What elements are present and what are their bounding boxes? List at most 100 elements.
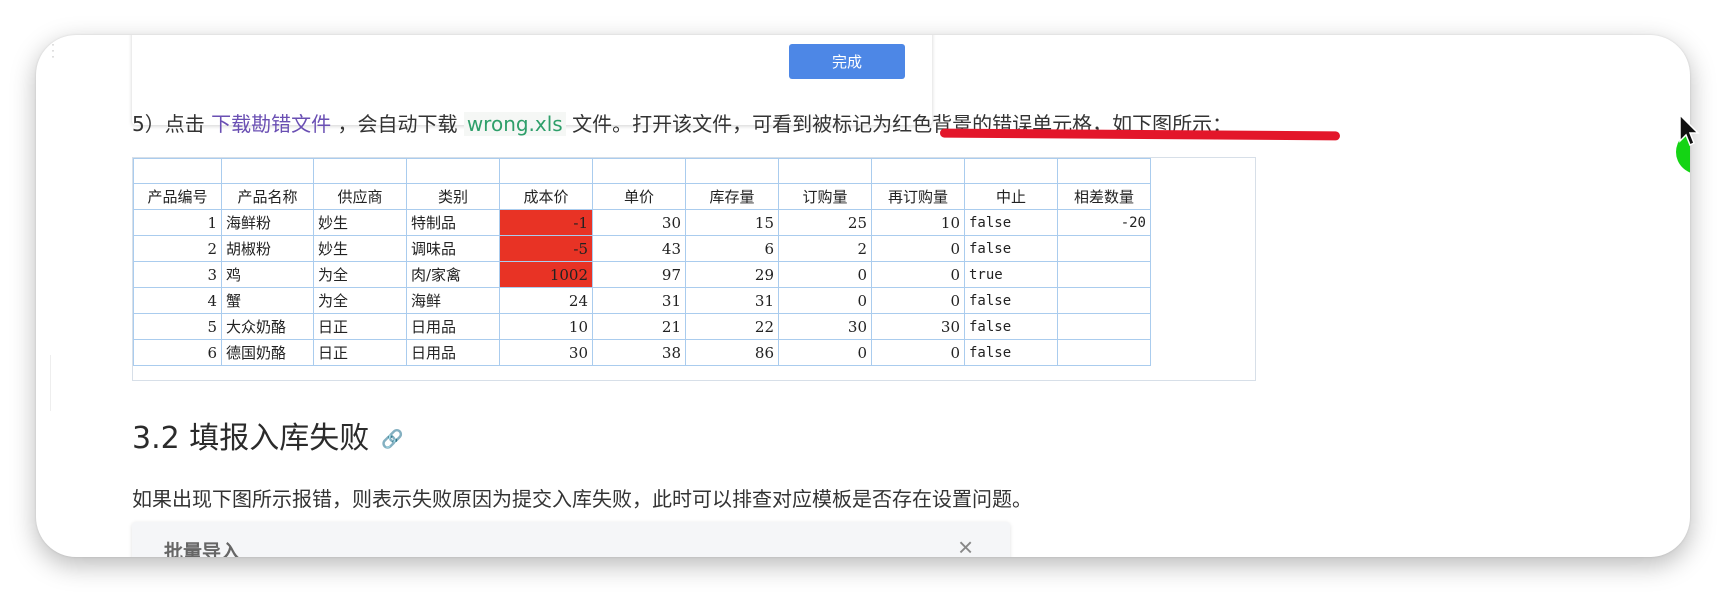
header-cell: 成本价 (499, 183, 593, 210)
table-header-row: 产品编号 产品名称 供应商 类别 成本价 单价 库存量 订购量 再订购量 中止 … (133, 183, 1151, 210)
cell-supplier: 日正 (313, 339, 407, 366)
cell-cost: 30 (499, 339, 593, 366)
cell-name: 大众奶酪 (221, 313, 314, 340)
left-rail (36, 355, 51, 411)
cell-order: 0 (778, 287, 872, 314)
cell-diff (1057, 235, 1151, 262)
cell-diff: -20 (1057, 209, 1151, 236)
table-row: 6 德国奶酪 日正 日用品 30 38 86 0 0 false (133, 339, 1151, 366)
cell-order: 0 (778, 261, 872, 288)
header-cell: 单价 (592, 183, 686, 210)
cell-price: 21 (592, 313, 686, 340)
download-error-file-link[interactable]: 下载勘错文件 (211, 112, 331, 136)
app-window: · · · 完成 5）点击 下载勘错文件 ，会自动下载 wrong.xls 文件。打… (36, 35, 1690, 557)
cell-diff (1057, 313, 1151, 340)
cell-supplier: 为全 (313, 261, 407, 288)
cell-stock: 15 (685, 209, 779, 236)
cell-cost: 10 (499, 313, 593, 340)
cell-cost-error: -5 (499, 235, 593, 262)
cell-id: 4 (133, 287, 222, 314)
table-row: 2 胡椒粉 妙生 调味品 -5 43 6 2 0 false (133, 235, 1151, 262)
section-title: 3.2 填报入库失败 (132, 421, 370, 456)
error-table: 产品编号 产品名称 供应商 类别 成本价 单价 库存量 订购量 再订购量 中止 … (133, 158, 1151, 366)
cell-name: 鸡 (221, 261, 314, 288)
table-row: 3 鸡 为全 肉/家禽 1002 97 29 0 0 true (133, 261, 1151, 288)
cell-order: 30 (778, 313, 872, 340)
cell-name: 蟹 (221, 287, 314, 314)
cell-stock: 6 (685, 235, 779, 262)
cell-category: 特制品 (406, 209, 500, 236)
anchor-link-icon[interactable]: 🔗 (381, 429, 403, 450)
cell-reorder: 0 (871, 261, 965, 288)
cell-cost-error: -1 (499, 209, 593, 236)
cell-category: 海鲜 (406, 287, 500, 314)
header-cell: 订购量 (778, 183, 872, 210)
mouse-cursor-icon (1679, 113, 1700, 147)
cell-category: 日用品 (406, 313, 500, 340)
cell-supplier: 为全 (313, 287, 407, 314)
dialog-title: 批量导入 (164, 541, 241, 557)
cell-diff (1057, 261, 1151, 288)
doc-content: 完成 5）点击 下载勘错文件 ，会自动下载 wrong.xls 文件。打开该文件… (132, 35, 1592, 557)
cell-stock: 22 (685, 313, 779, 340)
cell-order: 25 (778, 209, 872, 236)
header-cell: 再订购量 (871, 183, 965, 210)
header-cell: 供应商 (313, 183, 407, 210)
table-row: 5 大众奶酪 日正 日用品 10 21 22 30 30 false (133, 313, 1151, 340)
step5-prefix: 5）点击 (132, 112, 205, 136)
header-cell: 库存量 (685, 183, 779, 210)
cell-name: 德国奶酪 (221, 339, 314, 366)
cell-price: 43 (592, 235, 686, 262)
cell-category: 调味品 (406, 235, 500, 262)
cell-discontinued: false (964, 235, 1058, 262)
section-heading: 3.2 填报入库失败 🔗 (132, 413, 404, 457)
header-cell: 产品编号 (133, 183, 222, 210)
cell-price: 30 (592, 209, 686, 236)
header-cell: 类别 (406, 183, 500, 210)
cell-supplier: 妙生 (313, 209, 407, 236)
cell-id: 6 (133, 339, 222, 366)
header-cell: 相差数量 (1057, 183, 1151, 210)
cell-id: 5 (133, 313, 222, 340)
cell-category: 日用品 (406, 339, 500, 366)
filename-code: wrong.xls (463, 112, 566, 136)
cell-discontinued: false (964, 313, 1058, 340)
cell-reorder: 0 (871, 287, 965, 314)
cell-stock: 31 (685, 287, 779, 314)
cell-name: 胡椒粉 (221, 235, 314, 262)
cell-discontinued: false (964, 339, 1058, 366)
step5-paragraph: 5）点击 下载勘错文件 ，会自动下载 wrong.xls 文件。打开该文件，可看… (132, 109, 1592, 139)
cell-reorder: 0 (871, 339, 965, 366)
cell-supplier: 妙生 (313, 235, 407, 262)
cell-discontinued: true (964, 261, 1058, 288)
cell-cost: 24 (499, 287, 593, 314)
cell-diff (1057, 287, 1151, 314)
spreadsheet-screenshot: 产品编号 产品名称 供应商 类别 成本价 单价 库存量 订购量 再订购量 中止 … (132, 157, 1256, 381)
header-cell: 中止 (964, 183, 1058, 210)
cell-price: 38 (592, 339, 686, 366)
cell-order: 0 (778, 339, 872, 366)
cell-id: 1 (133, 209, 222, 236)
table-row: 1 海鲜粉 妙生 特制品 -1 30 15 25 10 false -20 (133, 209, 1151, 236)
header-cell: 产品名称 (221, 183, 314, 210)
close-icon[interactable]: × (958, 532, 973, 557)
more-icon[interactable]: · · · (51, 38, 55, 62)
cell-reorder: 10 (871, 209, 965, 236)
cell-category: 肉/家禽 (406, 261, 500, 288)
cell-name: 海鲜粉 (221, 209, 314, 236)
batch-import-dialog-screenshot: 批量导入 × (132, 522, 1010, 557)
failure-paragraph: 如果出现下图所示报错，则表示失败原因为提交入库失败，此时可以排查对应模板是否存在… (132, 487, 1032, 511)
cell-cost-error: 1002 (499, 261, 593, 288)
cell-stock: 29 (685, 261, 779, 288)
cell-supplier: 日正 (313, 313, 407, 340)
cell-price: 97 (592, 261, 686, 288)
done-button[interactable]: 完成 (789, 44, 905, 79)
table-row: 4 蟹 为全 海鲜 24 31 31 0 0 false (133, 287, 1151, 314)
cell-order: 2 (778, 235, 872, 262)
cell-reorder: 30 (871, 313, 965, 340)
cell-discontinued: false (964, 287, 1058, 314)
cell-diff (1057, 339, 1151, 366)
step5-mid: ，会自动下载 (337, 112, 458, 136)
table-row (133, 158, 1151, 184)
cell-id: 2 (133, 235, 222, 262)
